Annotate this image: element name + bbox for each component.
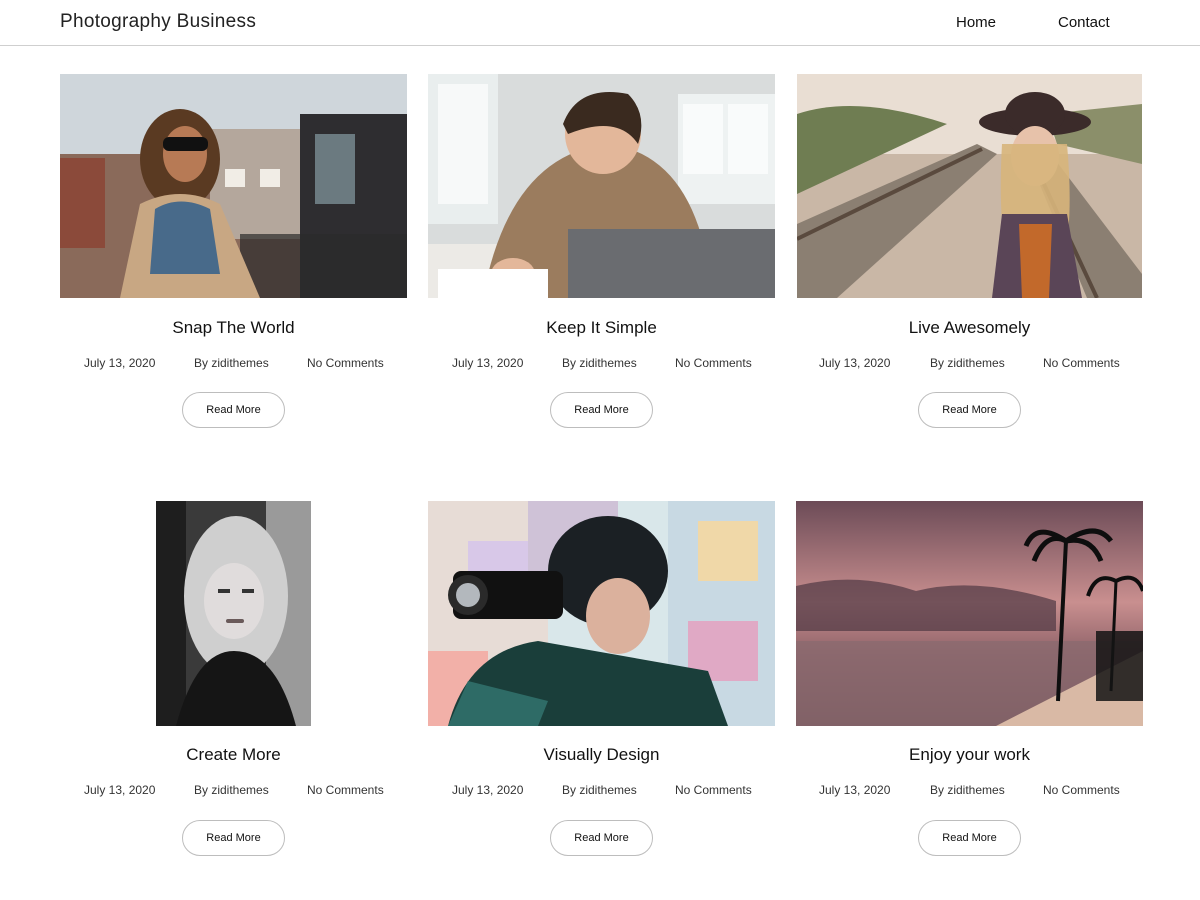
man-writing-laptop-photo [428, 74, 775, 298]
read-more-button[interactable]: Read More [918, 392, 1021, 428]
nav-contact-link[interactable]: Contact [1058, 14, 1110, 31]
post-title[interactable]: Enjoy your work [796, 745, 1143, 765]
post-title[interactable]: Snap The World [60, 318, 407, 338]
post-card-live-awesomely: Live Awesomely July 13, 2020 By zidithem… [797, 74, 1142, 428]
post-card-keep-it-simple: Keep It Simple July 13, 2020 By zidithem… [428, 74, 775, 428]
post-card-create-more: Create More July 13, 2020 By zidithemes … [60, 501, 407, 856]
post-comments: No Comments [1043, 356, 1120, 370]
read-more-button[interactable]: Read More [550, 820, 653, 856]
post-comments: No Comments [675, 783, 752, 797]
woman-sunglasses-rooftop-photo [60, 74, 407, 298]
beach-sunset-palms-photo [796, 501, 1143, 726]
post-author: By zidithemes [930, 356, 1005, 370]
photographer-camera-photo [428, 501, 775, 726]
post-thumbnail[interactable] [428, 74, 775, 298]
site-header: Photography Business Home Contact [0, 0, 1200, 46]
post-title[interactable]: Visually Design [428, 745, 775, 765]
site-title[interactable]: Photography Business [60, 11, 256, 33]
post-thumbnail[interactable] [797, 74, 1142, 298]
post-thumbnail[interactable] [428, 501, 775, 726]
post-thumbnail[interactable] [60, 74, 407, 298]
post-date: July 13, 2020 [819, 356, 891, 370]
post-comments: No Comments [307, 783, 384, 797]
post-author: By zidithemes [194, 783, 269, 797]
post-date: July 13, 2020 [84, 783, 156, 797]
post-author: By zidithemes [194, 356, 269, 370]
post-thumbnail[interactable] [796, 501, 1143, 726]
post-card-snap-the-world: Snap The World July 13, 2020 By zidithem… [60, 74, 407, 428]
read-more-button[interactable]: Read More [550, 392, 653, 428]
post-title[interactable]: Create More [60, 745, 407, 765]
post-thumbnail[interactable] [156, 501, 311, 726]
post-author: By zidithemes [562, 356, 637, 370]
bw-portrait-woman-photo [156, 501, 311, 726]
post-title[interactable]: Keep It Simple [428, 318, 775, 338]
post-date: July 13, 2020 [819, 783, 891, 797]
post-comments: No Comments [307, 356, 384, 370]
post-date: July 13, 2020 [452, 356, 524, 370]
post-date: July 13, 2020 [452, 783, 524, 797]
post-comments: No Comments [675, 356, 752, 370]
post-card-enjoy-your-work: Enjoy your work July 13, 2020 By zidithe… [796, 501, 1143, 856]
read-more-button[interactable]: Read More [182, 392, 285, 428]
post-card-visually-design: Visually Design July 13, 2020 By zidithe… [428, 501, 775, 856]
post-title[interactable]: Live Awesomely [797, 318, 1142, 338]
read-more-button[interactable]: Read More [182, 820, 285, 856]
post-date: July 13, 2020 [84, 356, 156, 370]
post-author: By zidithemes [562, 783, 637, 797]
woman-hat-railway-photo [797, 74, 1142, 298]
post-comments: No Comments [1043, 783, 1120, 797]
nav-home-link[interactable]: Home [956, 14, 996, 31]
read-more-button[interactable]: Read More [918, 820, 1021, 856]
post-author: By zidithemes [930, 783, 1005, 797]
